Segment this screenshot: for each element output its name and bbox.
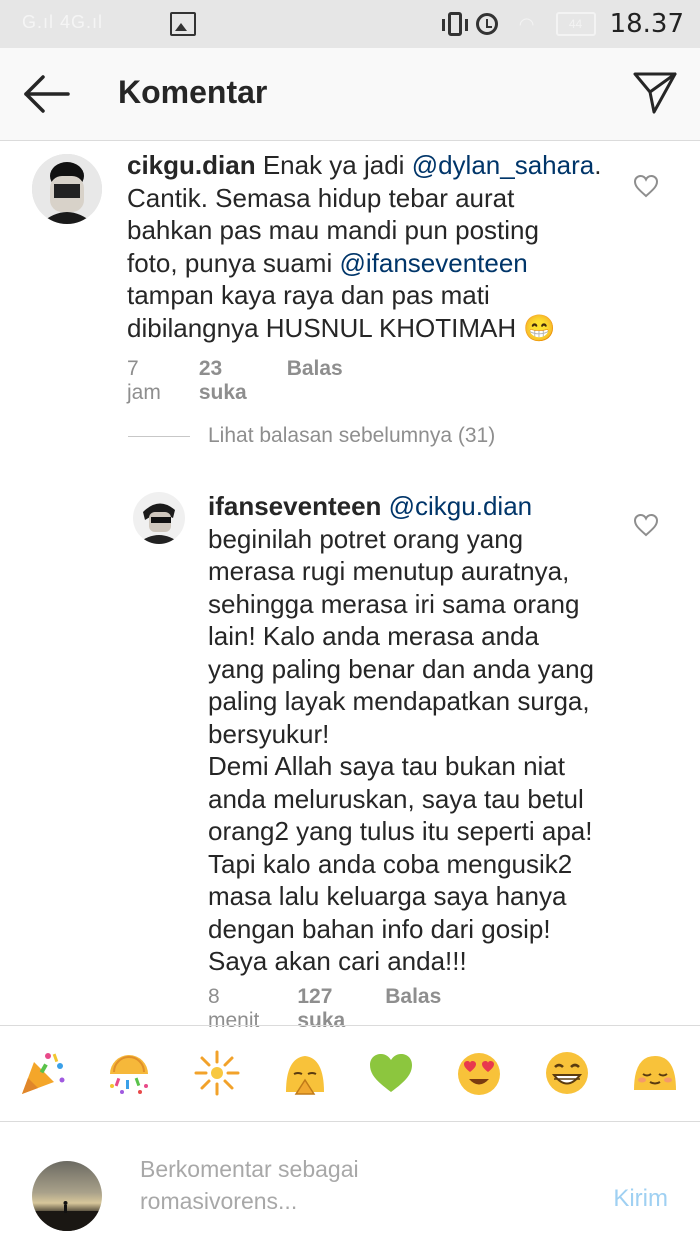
- comment-text-segment: beginilah potret orang yang: [208, 523, 524, 554]
- comment-line: paling layak mendapatkan surga,: [208, 685, 628, 718]
- avatar[interactable]: [133, 492, 185, 544]
- mention-link[interactable]: @cikgu.dian: [389, 491, 532, 521]
- comment-text-segment: dibilangnya HUSNUL KHOTIMAH 😁: [127, 312, 556, 343]
- comment-text-segment: foto, punya suami: [127, 247, 340, 278]
- heart-icon[interactable]: [633, 513, 659, 537]
- share-button[interactable]: [632, 70, 678, 116]
- divider: [128, 435, 190, 437]
- comment-text-segment: lain! Kalo anda merasa anda: [208, 621, 540, 651]
- comment-text-segment: yang paling benar dan anda yang: [208, 653, 594, 684]
- signal-text: G.ıl 4G.ıl: [22, 12, 104, 32]
- comment-line: foto, punya suami @ifanseventeen: [127, 247, 607, 280]
- comment-text-segment: masa lalu keluarga saya hanya: [208, 881, 567, 911]
- comment-line: tampan kaya raya dan pas mati: [127, 279, 607, 312]
- confetti-ball-icon[interactable]: [104, 1048, 154, 1098]
- comment-line: Demi Allah saya tau bukan niat: [208, 750, 628, 783]
- signal-indicator: G.ıl 4G.ıl: [22, 12, 196, 36]
- comment-text-segment: orang2 yang tulus itu seperti apa!: [208, 816, 593, 846]
- page-title: Komentar: [118, 74, 268, 110]
- clock: 18.37: [609, 9, 684, 39]
- vibrate-icon: [441, 12, 468, 36]
- comment-username[interactable]: ifanseventeen: [208, 491, 381, 521]
- comment-line: yang paling benar dan anda yang: [208, 653, 628, 686]
- emoji-quick-bar: [0, 1025, 700, 1122]
- send-button[interactable]: Kirim: [613, 1185, 668, 1213]
- comment-line: Cantik. Semasa hidup tebar aurat: [127, 182, 607, 215]
- status-bar: G.ıl 4G.ıl ◠ 44 18.37: [0, 0, 700, 48]
- comment-text-segment: dengan bahan info dari gosip!: [208, 913, 551, 944]
- avatar-image: [32, 154, 102, 224]
- battery-icon: 44: [555, 12, 596, 36]
- heart-eyes-icon[interactable]: [454, 1048, 504, 1098]
- comment-text-segment: paling layak mendapatkan surga,: [208, 686, 590, 716]
- comment-line: bersyukur!: [208, 718, 628, 751]
- comment-meta: 7 jam 23 suka Balas: [127, 357, 343, 405]
- comment-line: ifanseventeen @cikgu.dian: [208, 490, 628, 523]
- comment-text-segment: bahkan pas mau mandi pun posting: [127, 215, 539, 245]
- comment-line: bahkan pas mau mandi pun posting: [127, 214, 607, 247]
- comment-time: 7 jam: [127, 357, 161, 404]
- comment-composer: Berkomentar sebagai romasivorens... Kiri…: [0, 1121, 700, 1244]
- mention-link[interactable]: @ifanseventeen: [339, 248, 527, 278]
- comment-text-segment: Demi Allah saya tau bukan niat: [208, 751, 565, 781]
- folded-hands-icon[interactable]: [280, 1048, 330, 1098]
- comment-line: Tapi kalo anda coba mengusik2: [208, 848, 628, 881]
- alarm-icon: [475, 13, 498, 35]
- avatar-image: [32, 1201, 102, 1231]
- avatar-image: [133, 492, 185, 544]
- comment-line: orang2 yang tulus itu seperti apa!: [208, 815, 628, 848]
- battery-level: 44: [568, 17, 583, 31]
- comment-line: beginilah potret orang yang: [208, 523, 628, 556]
- party-popper-icon[interactable]: [18, 1048, 68, 1098]
- placeholder-line: romasivorens...: [140, 1188, 298, 1214]
- avatar[interactable]: [32, 154, 102, 224]
- arrow-left-icon: [24, 75, 70, 113]
- paper-plane-icon: [633, 72, 677, 114]
- comment-text-segment: Enak ya jadi: [262, 150, 412, 180]
- comment-line: dibilangnya HUSNUL KHOTIMAH 😁: [127, 312, 607, 345]
- comment-text: ifanseventeen @cikgu.dian beginilah potre…: [208, 490, 628, 978]
- comment-text-segment: sehingga merasa iri sama orang: [208, 588, 580, 619]
- comment-line: Saya akan cari anda!!!: [208, 945, 628, 978]
- grinning-face-icon[interactable]: [542, 1048, 592, 1098]
- avatar: [32, 1161, 102, 1231]
- comment-line: merasa rugi menutup auratnya,: [208, 555, 628, 588]
- sparkler-icon[interactable]: [192, 1048, 242, 1098]
- comment-text-segment: .: [594, 150, 602, 180]
- view-previous-replies[interactable]: Lihat balasan sebelumnya (31): [128, 424, 495, 448]
- comment-text-segment: Saya akan cari anda!!!: [208, 946, 467, 976]
- comment-text-segment: merasa rugi menutup auratnya,: [208, 556, 570, 586]
- comment-line: lain! Kalo anda merasa anda: [208, 620, 628, 653]
- comment-line: anda meluruskan, saya tau betul: [208, 783, 628, 816]
- mention-link[interactable]: @dylan_sahara: [412, 150, 595, 180]
- like-count[interactable]: 23 suka: [199, 357, 247, 405]
- comment-line: sehingga merasa iri sama orang: [208, 588, 628, 621]
- green-heart-icon[interactable]: [366, 1048, 416, 1098]
- comment-text-segment: tampan kaya raya dan pas mati: [127, 280, 490, 310]
- comment-text-segment: Cantik. Semasa hidup tebar aurat: [127, 182, 515, 213]
- comment-line: masa lalu keluarga saya hanya: [208, 880, 628, 913]
- image-icon: [170, 12, 196, 36]
- comment-line: cikgu.dian Enak ya jadi @dylan_sahara.: [127, 149, 607, 182]
- view-previous-label: Lihat balasan sebelumnya (31): [208, 424, 496, 447]
- comment-input[interactable]: Berkomentar sebagai romasivorens...: [140, 1153, 440, 1217]
- comment-line: dengan bahan info dari gosip!: [208, 913, 628, 946]
- comment-username[interactable]: cikgu.dian: [127, 150, 256, 180]
- top-bar: Komentar: [0, 48, 700, 141]
- comment-text: cikgu.dian Enak ya jadi @dylan_sahara. Ca…: [127, 149, 607, 344]
- back-button[interactable]: [22, 74, 70, 114]
- smiling-face-icon[interactable]: [630, 1048, 680, 1098]
- comment-text-segment: Tapi kalo anda coba mengusik2: [208, 848, 573, 879]
- comment-text-segment: bersyukur!: [208, 718, 330, 749]
- comment-text-segment: anda meluruskan, saya tau betul: [208, 783, 584, 814]
- heart-icon[interactable]: [633, 174, 659, 198]
- reply-button[interactable]: Balas: [287, 357, 343, 405]
- placeholder-line: Berkomentar sebagai: [140, 1156, 359, 1182]
- wifi-icon: ◠: [518, 14, 535, 34]
